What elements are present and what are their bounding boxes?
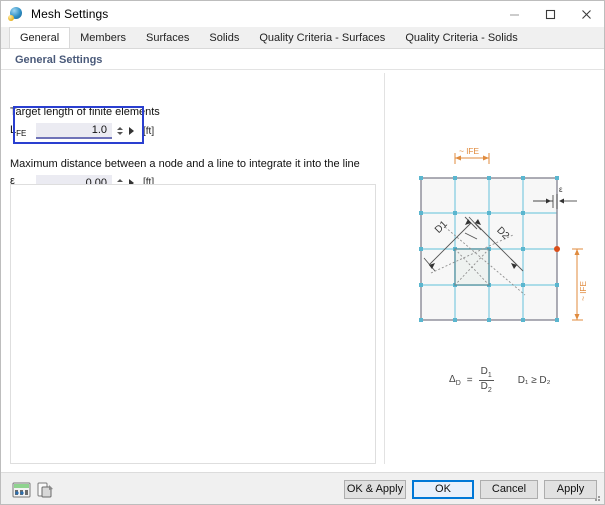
dialog-footer: OK & Apply OK Cancel Apply (1, 472, 604, 504)
window-controls (496, 1, 604, 27)
field-target-length-spinner[interactable] (115, 124, 124, 139)
top-dimension-label: ~ lFE (459, 146, 480, 156)
field-target-length-input[interactable]: 1.0 (36, 123, 112, 139)
tab-members[interactable]: Members (70, 28, 136, 49)
apply-button[interactable]: Apply (544, 480, 597, 499)
tab-general[interactable]: General (9, 27, 71, 49)
formula-numerator: D1 (480, 366, 492, 379)
ok-and-apply-button[interactable]: OK & Apply (344, 480, 406, 499)
maximize-icon[interactable] (532, 1, 568, 27)
tab-content-general: General Settings Target length of finite… (1, 48, 604, 472)
field-target-length-caption: Target length of finite elements (10, 106, 160, 118)
tab-bar: General Members Surfaces Solids Quality … (1, 27, 604, 49)
ok-button[interactable]: OK (412, 480, 474, 499)
right-dimension-label: ~ lFE (578, 280, 588, 301)
illustration-panel: ~ lFE ~ lFE ε D1 D2 (385, 73, 603, 464)
formula-fraction: D1 D2 (478, 366, 494, 395)
field-target-length-symbol: LFE (10, 123, 27, 139)
tab-solids[interactable]: Solids (199, 28, 250, 49)
settings-table-icon[interactable] (11, 480, 31, 498)
field-max-distance-caption: Maximum distance between a node and a li… (10, 158, 360, 170)
field-target-length-apply-icon[interactable] (126, 124, 137, 139)
mesh-sphere-icon (8, 6, 24, 22)
options-placeholder-area (10, 184, 376, 464)
formula-denominator: D2 (480, 381, 492, 395)
epsilon-label: ε (559, 185, 563, 194)
section-title: General Settings (15, 54, 103, 66)
aspect-ratio-formula: ΔD = D1 D2 D₁ ≥ D₂ (449, 366, 551, 395)
minimize-icon[interactable] (496, 1, 532, 27)
mesh-settings-dialog: Mesh Settings General Members Surfaces S… (0, 0, 605, 505)
field-target-length-unit: [ft] (143, 125, 155, 137)
copy-clipboard-icon[interactable] (35, 480, 54, 498)
tab-quality-criteria-solids[interactable]: Quality Criteria - Solids (395, 28, 528, 49)
window-title: Mesh Settings (31, 7, 109, 21)
resize-grip[interactable] (591, 492, 601, 502)
field-target-length: Target length of finite elements LFE 1.0… (10, 106, 160, 139)
mesh-diagram (419, 153, 583, 322)
formula-lhs: ΔD (449, 374, 461, 388)
section-divider (1, 69, 604, 70)
formula-equals: = (466, 375, 473, 387)
close-icon[interactable] (568, 1, 604, 27)
cancel-button[interactable]: Cancel (480, 480, 538, 499)
formula-condition: D₁ ≥ D₂ (517, 375, 551, 387)
title-bar: Mesh Settings (1, 1, 604, 27)
tab-quality-criteria-surfaces[interactable]: Quality Criteria - Surfaces (249, 28, 396, 49)
tab-surfaces[interactable]: Surfaces (135, 28, 200, 49)
field-target-length-value: 1.0 (91, 124, 107, 136)
